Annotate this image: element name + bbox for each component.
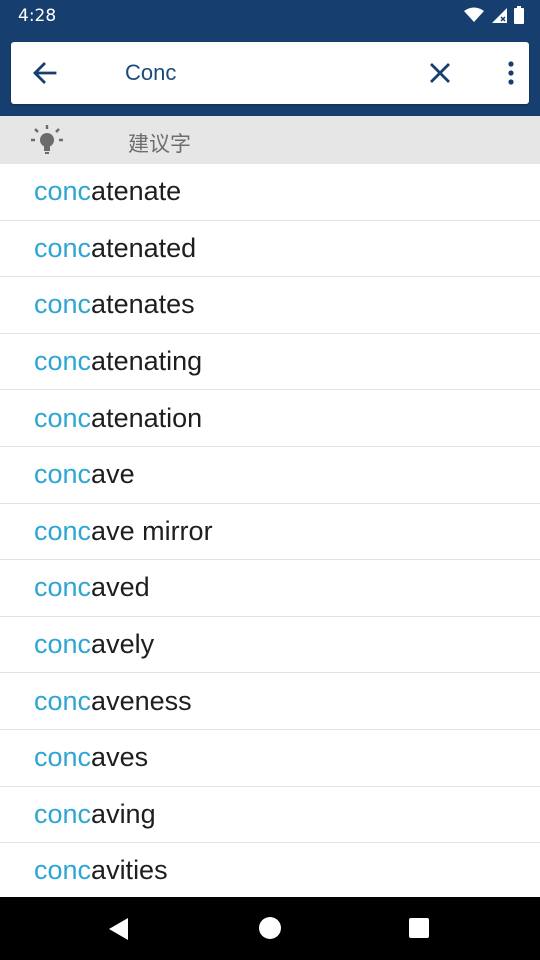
match-prefix: conc [34,629,92,660]
word-rest: avities [91,855,168,886]
word-rest: atenates [91,289,195,320]
search-input[interactable] [125,56,415,90]
status-time: 4:28 [18,6,57,26]
nav-back-icon[interactable] [108,917,130,941]
match-prefix: conc [34,176,92,207]
match-prefix: conc [34,346,92,377]
cell-signal-icon [492,7,507,23]
more-vert-icon[interactable] [499,59,523,87]
list-item[interactable]: conc atenates [0,277,540,334]
word-rest: aves [91,742,149,773]
suggestions-label: 建议字 [128,132,191,156]
status-bar: 4:28 [0,0,540,33]
list-item[interactable]: conc aved [0,560,540,617]
nav-home-icon[interactable] [259,917,281,939]
list-item[interactable]: conc aves [0,730,540,787]
search-bar [11,42,529,104]
list-item[interactable]: conc atenation [0,390,540,447]
suggestion-list: conc atenate conc atenated conc atenates co… [0,164,540,900]
word-rest: atenate [91,176,182,207]
word-rest: atenating [91,346,203,377]
match-prefix: conc [34,289,92,320]
match-prefix: conc [34,402,92,433]
match-prefix: conc [34,855,92,886]
status-icons [464,6,524,24]
arrow-back-icon[interactable] [31,59,59,87]
match-prefix: conc [34,685,92,716]
list-item[interactable]: conc atenated [0,221,540,278]
list-item[interactable]: conc avities [0,843,540,900]
list-item[interactable]: conc atenate [0,164,540,221]
nav-recents-icon[interactable] [409,918,429,938]
list-item[interactable]: conc avely [0,617,540,674]
word-rest: aved [91,572,150,603]
word-rest: aving [91,798,156,829]
word-rest: avely [91,629,155,660]
list-item[interactable]: conc atenating [0,334,540,391]
close-icon[interactable] [427,60,453,86]
navigation-bar [0,897,540,960]
list-item[interactable]: conc aveness [0,673,540,730]
match-prefix: conc [34,459,92,490]
list-item[interactable]: conc ave mirror [0,504,540,561]
list-item[interactable]: conc aving [0,787,540,844]
word-rest: ave [91,459,135,490]
wifi-icon [464,7,484,22]
word-rest: ave mirror [91,515,213,546]
word-rest: atenated [91,232,197,263]
match-prefix: conc [34,798,92,829]
suggestions-header: 建议字 [0,116,540,164]
match-prefix: conc [34,742,92,773]
list-item[interactable]: conc ave [0,447,540,504]
word-rest: aveness [91,685,192,716]
lightbulb-icon [31,125,63,154]
match-prefix: conc [34,232,92,263]
match-prefix: conc [34,515,92,546]
match-prefix: conc [34,572,92,603]
battery-icon [514,6,524,24]
word-rest: atenation [91,402,203,433]
